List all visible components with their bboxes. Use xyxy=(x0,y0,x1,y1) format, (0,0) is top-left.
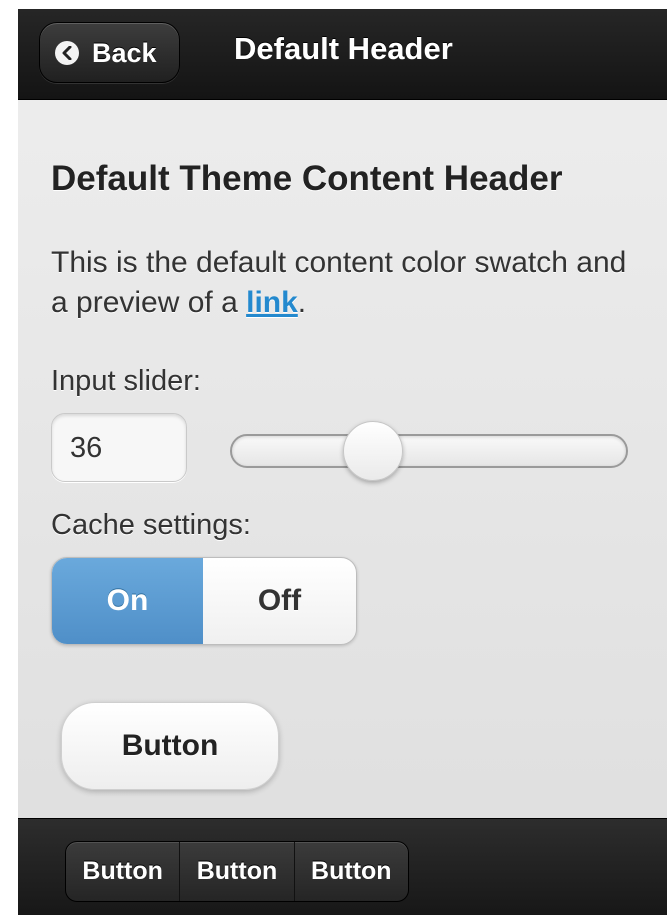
footer-button-2[interactable]: Button xyxy=(180,842,295,901)
footer-button-group: Button Button Button xyxy=(65,841,409,902)
back-button[interactable]: Back xyxy=(39,22,180,83)
cache-settings-toggle[interactable]: On Off xyxy=(51,557,357,645)
main-button[interactable]: Button xyxy=(61,702,279,790)
footer-bar: Button Button Button xyxy=(18,818,667,915)
slider-track[interactable] xyxy=(230,434,628,468)
cache-settings-label: Cache settings: xyxy=(51,509,251,541)
default-header: Back Default Header xyxy=(18,9,667,100)
slider-handle[interactable] xyxy=(343,421,403,481)
header-title: Default Header xyxy=(234,31,453,66)
back-button-label: Back xyxy=(92,38,157,68)
mobile-theme-preview: Back Default Header Default Theme Conten… xyxy=(18,9,667,915)
paragraph-text: This is the default content color swatch… xyxy=(51,246,627,319)
content-title: Default Theme Content Header xyxy=(51,159,563,198)
content-paragraph: This is the default content color swatch… xyxy=(51,243,641,323)
footer-button-3[interactable]: Button xyxy=(295,842,408,901)
preview-link[interactable]: link xyxy=(246,286,298,319)
paragraph-end: . xyxy=(297,286,307,319)
toggle-on-option[interactable]: On xyxy=(52,558,203,644)
chevron-left-icon xyxy=(55,41,79,65)
footer-button-1[interactable]: Button xyxy=(66,842,181,901)
slider-value-input[interactable]: 36 xyxy=(51,413,187,482)
toggle-off-option[interactable]: Off xyxy=(203,558,356,644)
slider-label: Input slider: xyxy=(51,365,201,397)
